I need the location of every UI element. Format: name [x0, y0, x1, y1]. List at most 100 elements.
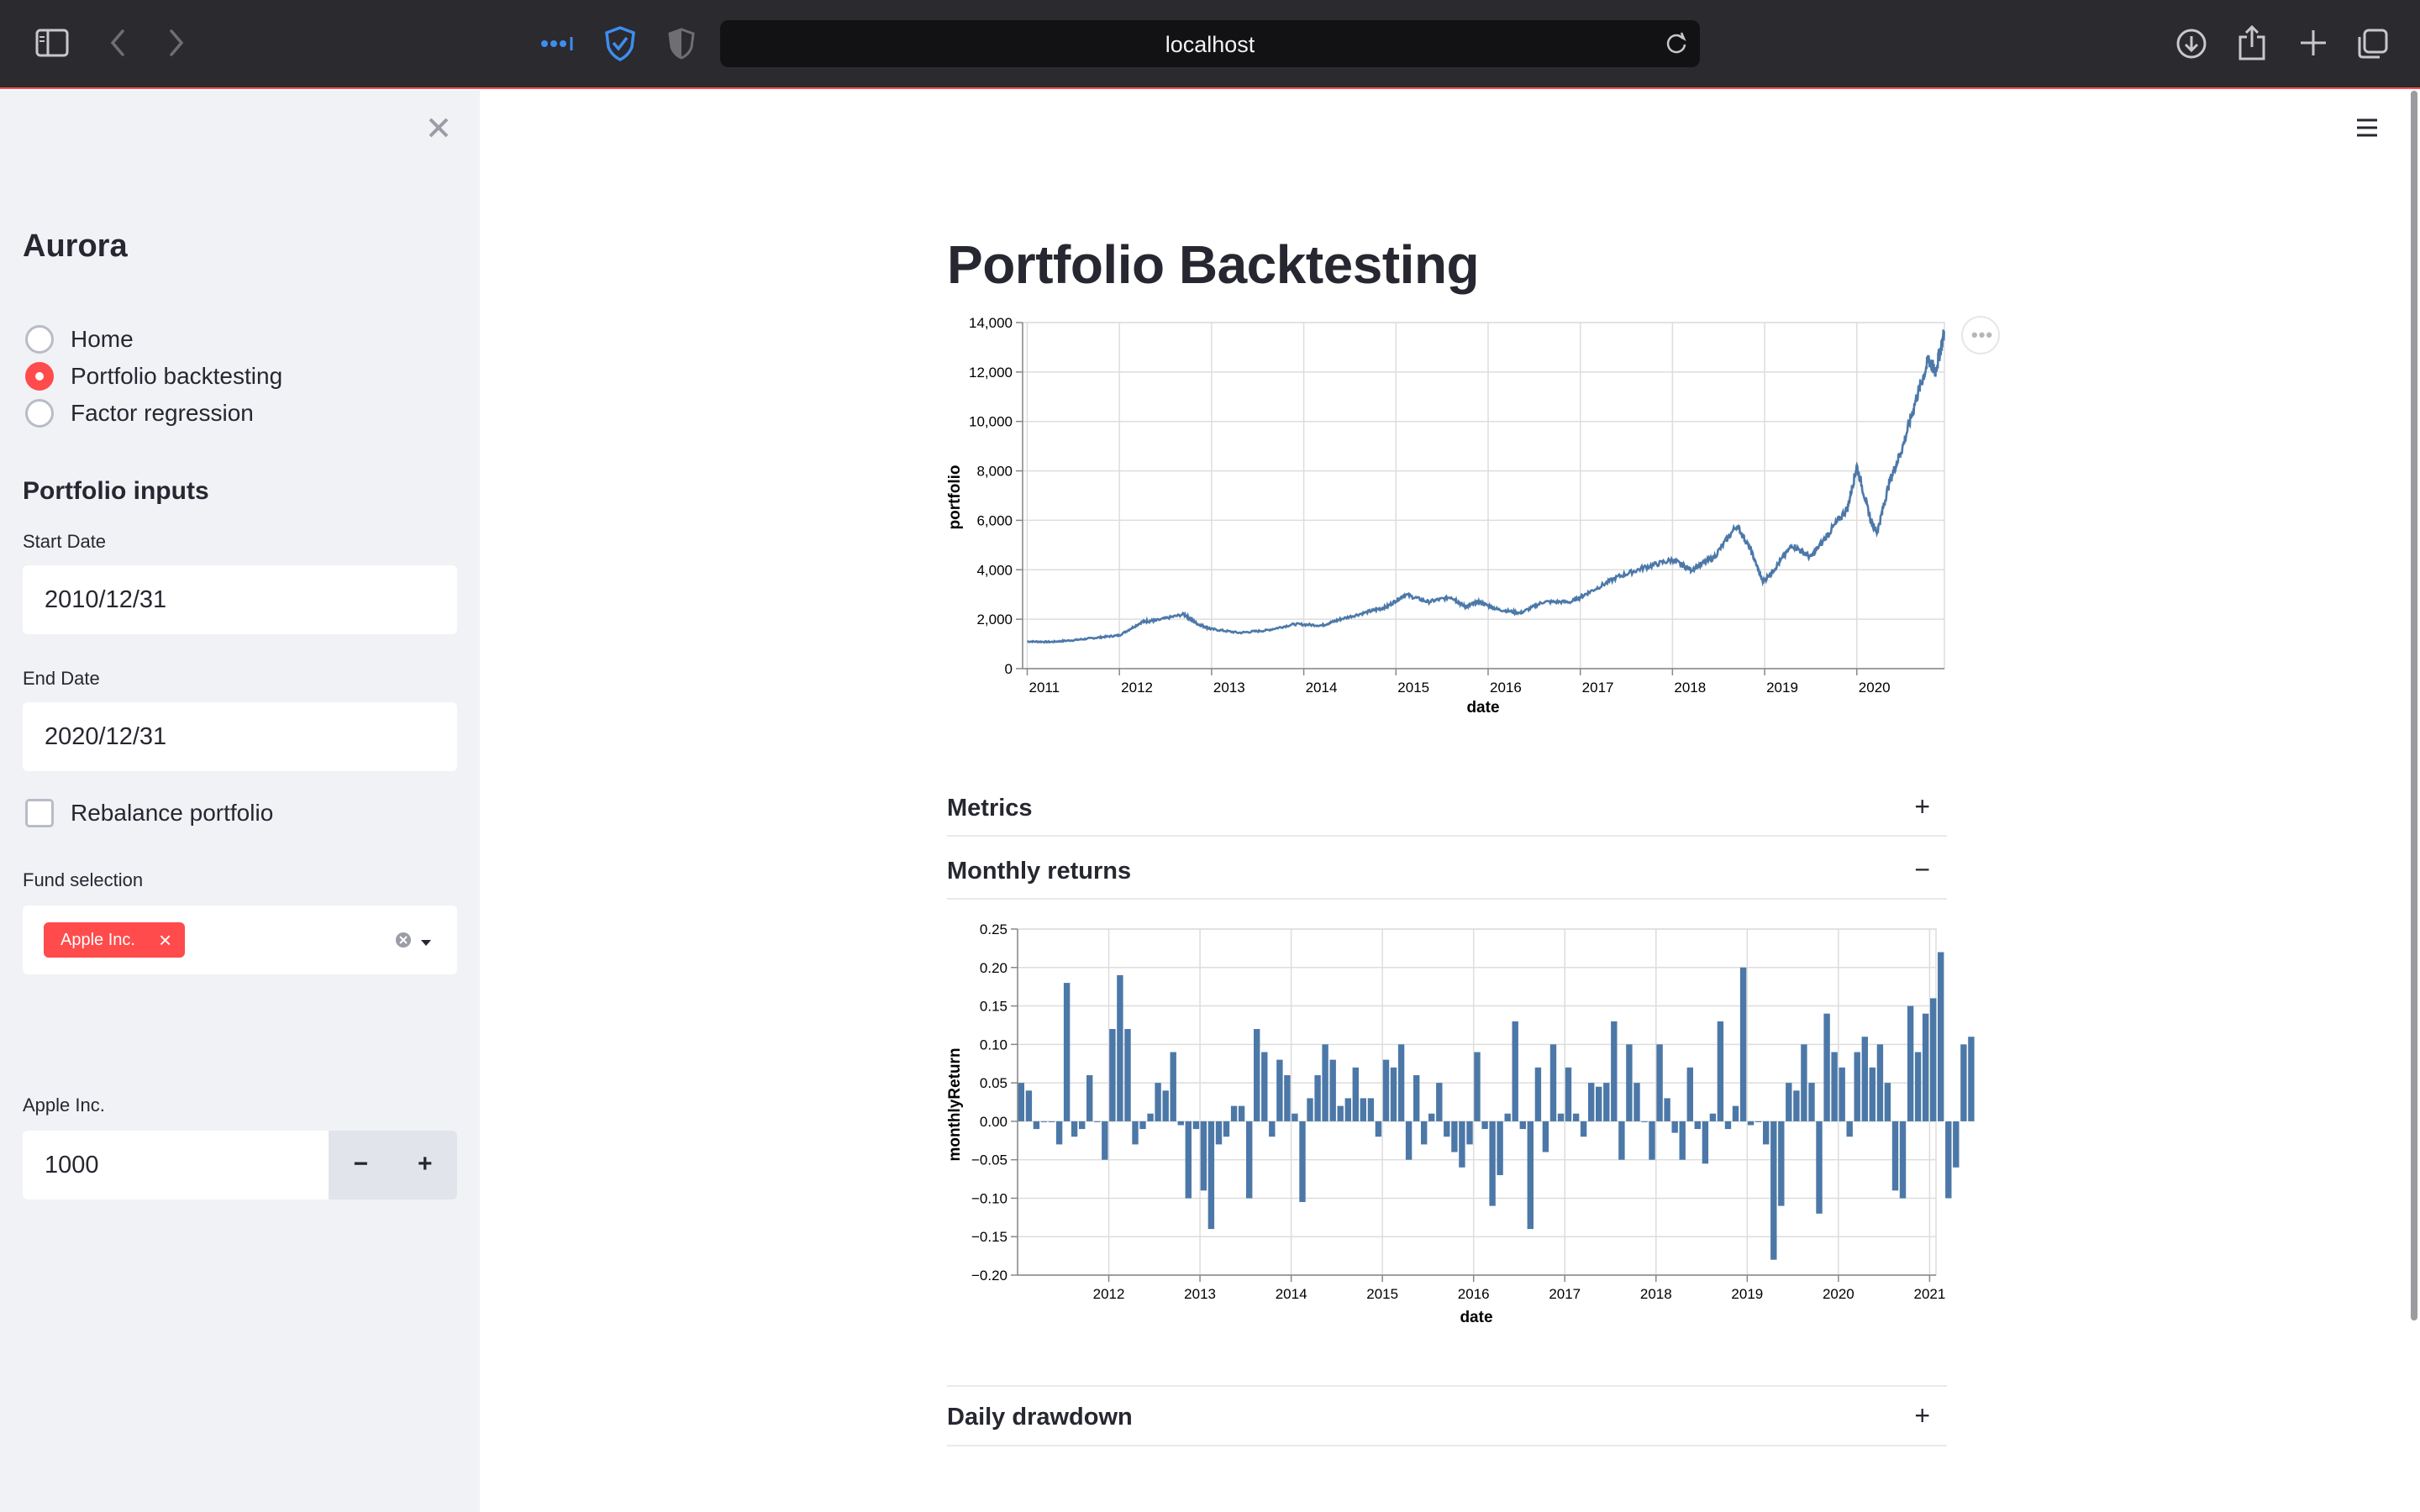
return-bar: [1071, 1121, 1078, 1137]
close-icon[interactable]: [424, 113, 454, 143]
back-icon[interactable]: [108, 28, 128, 58]
page-title: Portfolio Backtesting: [947, 234, 1480, 295]
return-bar: [1512, 1021, 1518, 1121]
amount-input[interactable]: 1000: [23, 1131, 329, 1200]
x-tick-label: 2015: [1366, 1286, 1398, 1302]
return-bar: [1185, 1121, 1192, 1199]
return-bar: [1960, 1044, 1967, 1121]
return-bar: [1230, 1105, 1238, 1121]
reload-icon[interactable]: [1665, 31, 1688, 60]
return-bar: [1063, 983, 1071, 1121]
expander-monthly-returns[interactable]: Monthly returns −: [947, 854, 1947, 900]
return-bar: [1124, 1029, 1131, 1121]
end-date-input[interactable]: 2020/12/31: [23, 702, 457, 771]
x-tick-label: 2020: [1823, 1286, 1854, 1302]
start-date-label: Start Date: [23, 531, 107, 552]
privacy-icon[interactable]: [667, 27, 696, 60]
nav-radio-home[interactable]: Home: [25, 323, 134, 356]
nav-radio-portfolio-backtesting[interactable]: Portfolio backtesting: [25, 360, 282, 393]
return-bar: [1390, 1067, 1397, 1121]
expander-daily-drawdown[interactable]: Daily drawdown +: [947, 1385, 1947, 1446]
return-bar: [1337, 1105, 1344, 1121]
fund-multiselect[interactable]: Apple Inc. ×: [23, 906, 457, 974]
start-date-input[interactable]: 2010/12/31: [23, 565, 457, 634]
sidebar: Aurora Home Portfolio backtesting Factor…: [0, 91, 480, 1512]
chart-grid: [1022, 322, 1945, 669]
share-icon[interactable]: [2237, 24, 2267, 62]
return-bar: [1557, 1113, 1565, 1121]
address-bar[interactable]: localhost: [720, 20, 1700, 67]
x-tick-label: 2017: [1582, 680, 1614, 696]
return-bar: [1292, 1113, 1298, 1121]
x-tick-label: 2021: [1913, 1286, 1945, 1302]
return-bar: [1094, 1121, 1101, 1122]
return-bar: [1801, 1044, 1807, 1121]
shield-icon[interactable]: [603, 25, 637, 62]
remove-tag-icon[interactable]: ×: [159, 929, 171, 951]
return-bar: [1549, 1044, 1557, 1121]
return-bar: [1200, 1121, 1207, 1191]
return-bar: [1899, 1121, 1907, 1199]
chevron-down-icon[interactable]: [419, 936, 433, 951]
url-text: localhost: [1165, 32, 1255, 57]
return-bar: [1922, 1013, 1929, 1121]
rebalance-checkbox-row[interactable]: Rebalance portfolio: [25, 796, 273, 830]
y-tick-label: 0.25: [980, 921, 1007, 937]
forward-icon[interactable]: [166, 28, 187, 58]
return-bar: [1938, 952, 1944, 1121]
fund-tag-label: Apple Inc.: [60, 930, 135, 949]
rebalance-checkbox[interactable]: [25, 799, 54, 827]
radio-button[interactable]: [25, 325, 54, 354]
x-tick-label: 2018: [1640, 1286, 1672, 1302]
return-bar: [1344, 1098, 1351, 1121]
chart-actions-button[interactable]: •••: [1961, 316, 2000, 354]
return-bar: [1854, 1052, 1860, 1121]
return-bar: [1139, 1121, 1146, 1130]
return-bar: [1497, 1121, 1503, 1175]
y-axis-title: portfolio: [947, 465, 964, 529]
x-tick-label: 2016: [1490, 680, 1522, 696]
return-bar: [1747, 1121, 1754, 1126]
expand-icon[interactable]: +: [1914, 791, 1930, 822]
decrement-button[interactable]: −: [329, 1131, 393, 1200]
return-bar: [1823, 1013, 1830, 1121]
return-bar: [1375, 1121, 1382, 1137]
download-icon[interactable]: [2175, 27, 2208, 60]
collapse-icon[interactable]: −: [1914, 854, 1930, 885]
nav-radio-factor-regression[interactable]: Factor regression: [25, 396, 254, 430]
return-bar: [1930, 998, 1937, 1121]
return-bar: [1884, 1083, 1891, 1121]
hamburger-menu-icon[interactable]: [2354, 117, 2380, 143]
expander-metrics[interactable]: Metrics +: [947, 791, 1947, 837]
radio-label: Portfolio backtesting: [71, 363, 283, 389]
return-bar: [1626, 1044, 1633, 1121]
extensions-icon[interactable]: [539, 35, 576, 52]
return-bar: [1519, 1121, 1526, 1130]
return-bar: [1421, 1121, 1428, 1145]
return-bar: [1055, 1121, 1063, 1145]
clear-icon[interactable]: [395, 932, 412, 953]
return-bar: [1891, 1121, 1899, 1191]
expander-label: Daily drawdown: [947, 1404, 1133, 1431]
return-bar: [1702, 1121, 1709, 1164]
y-axis-title: monthlyReturn: [947, 1047, 964, 1161]
increment-button[interactable]: +: [392, 1131, 457, 1200]
return-bar: [1611, 1021, 1618, 1121]
return-bar: [1474, 1052, 1481, 1121]
sidebar-toggle-icon[interactable]: [35, 29, 69, 57]
return-bar: [1360, 1098, 1366, 1121]
radio-button-selected[interactable]: [25, 362, 54, 391]
return-bar: [1786, 1083, 1792, 1121]
new-tab-icon[interactable]: [2297, 27, 2329, 59]
return-bar: [1040, 1121, 1048, 1122]
return-bar: [1588, 1083, 1595, 1121]
return-bar: [1489, 1121, 1496, 1206]
expand-icon[interactable]: +: [1914, 1400, 1930, 1431]
tabs-icon[interactable]: [2356, 27, 2390, 60]
scrollbar[interactable]: [2411, 91, 2417, 1320]
return-bar: [1086, 1075, 1093, 1121]
radio-button[interactable]: [25, 399, 54, 428]
end-date-label: End Date: [23, 668, 100, 689]
return-bar: [1481, 1121, 1488, 1130]
return-bar: [1671, 1121, 1678, 1133]
